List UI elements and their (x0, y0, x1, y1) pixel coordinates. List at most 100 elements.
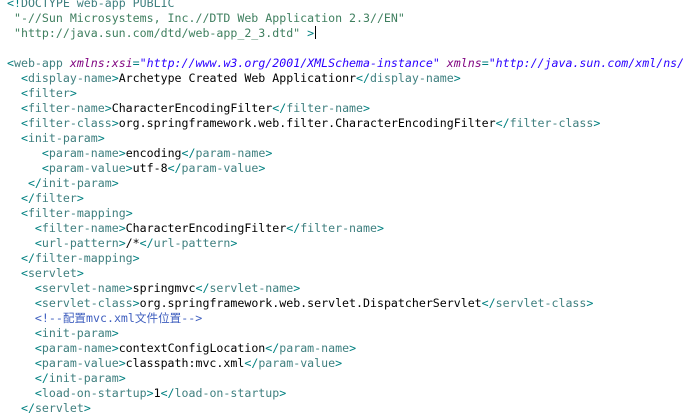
code-token-text: 1 (153, 386, 161, 400)
code-token-punct: > (125, 161, 133, 175)
code-line[interactable]: <servlet-name>springmvc</servlet-name> (7, 281, 300, 296)
code-line[interactable]: <web-app xmlns:xsi="http://www.w3.org/20… (7, 56, 683, 71)
code-token-punct: > (146, 386, 154, 400)
code-token-text: CharacterEncodingFilter (111, 101, 273, 115)
text-cursor (315, 26, 317, 39)
code-token-tag: display-name (370, 71, 454, 85)
code-token-punct: > (118, 371, 126, 385)
code-token-punct: > (69, 86, 77, 100)
code-token-punct: > (349, 341, 357, 355)
code-token-text: classpath:mvc.xml (125, 356, 245, 370)
code-token-tag: param-name (279, 341, 350, 355)
code-line[interactable]: <filter-mapping> (7, 206, 133, 221)
code-token-tag: param-name (41, 341, 112, 355)
code-line[interactable]: </init-param> (7, 176, 119, 191)
code-token-tag: init-param (48, 371, 119, 385)
code-token-tag: filter-mapping (27, 206, 126, 220)
code-token-punct: > (230, 236, 238, 250)
code-line[interactable]: <init-param> (7, 131, 105, 146)
code-line[interactable]: </servlet> (7, 401, 91, 414)
code-token-text: encoding (125, 146, 182, 160)
code-line[interactable]: <param-value>utf-8</param-value> (7, 161, 265, 176)
code-line[interactable]: <param-name>contextConfigLocation</param… (7, 341, 356, 356)
code-line[interactable]: < display-name> Archetype Created Web Appl… (7, 71, 461, 86)
code-token-punct: > (363, 101, 370, 115)
code-line[interactable]: </filter-mapping> (7, 251, 140, 266)
code-line[interactable]: <filter-class>org.springframework.web.fi… (7, 116, 600, 131)
code-line[interactable]: </filter> (7, 191, 84, 206)
code-line[interactable]: "-//Sun Microsystems, Inc.//DTD Web Appl… (7, 11, 405, 26)
code-line[interactable]: "http://java.sun.com/dtd/web-app_2_3.dtd… (7, 26, 317, 41)
code-token-tag: param-name (195, 146, 266, 160)
code-token-punct: </ (286, 221, 301, 235)
code-token-punct: > (453, 71, 461, 85)
code-line[interactable]: <init-param> (7, 326, 119, 341)
code-line[interactable]: <filter> (7, 86, 77, 101)
code-token-punct: < (20, 131, 28, 145)
code-line[interactable]: <filter-name>CharacterEncodingFilter</fi… (7, 101, 370, 116)
code-token-punct: </ (244, 356, 259, 370)
code-token-tag: servlet-name (41, 281, 126, 295)
code-token-punct: > (293, 281, 301, 295)
code-line[interactable]: <load-on-startup>1</load-on-startup> (7, 386, 286, 401)
code-token-tag: filter-name (41, 221, 119, 235)
code-token-punct: </ (195, 281, 210, 295)
code-token-punct: < (34, 326, 42, 340)
code-line[interactable]: <url-pattern>/*</url-pattern> (7, 236, 237, 251)
code-token-text: org.springframework.web.filter.Character… (118, 116, 496, 130)
code-token-punct: > (593, 116, 601, 130)
code-token-text: utf-8 (132, 161, 168, 175)
code-token-punct: = (481, 56, 489, 70)
code-token-punct: </ (27, 176, 42, 190)
code-token-punct: > (258, 161, 266, 175)
code-token-tag: init-param (41, 176, 112, 190)
code-token-punct: < (20, 86, 28, 100)
code-token-attr: xmlns (446, 56, 482, 70)
code-token-punct: </ (181, 146, 196, 160)
code-line[interactable]: <filter-name>CharacterEncodingFilter</fi… (7, 221, 384, 236)
code-token-punct: < (34, 386, 42, 400)
code-token-tag: load-on-startup (174, 386, 280, 400)
code-line[interactable]: <servlet> (7, 266, 84, 281)
code-token-punct: > (125, 281, 133, 295)
code-token-pubid: "http://java.sun.com/dtd/web-app_2_3.dtd… (13, 26, 301, 40)
code-token-tag: param-name (48, 146, 119, 160)
code-token-tag: filter-name (286, 101, 364, 115)
code-token-tag: filter-mapping (34, 251, 133, 265)
code-token-punct: < (34, 281, 42, 295)
code-token-punct: > (111, 116, 119, 130)
code-token-punct: </ (356, 71, 370, 85)
code-line[interactable]: <param-name>encoding</param-name> (7, 146, 272, 161)
code-token-tag: filter-name (27, 101, 105, 115)
code-line[interactable]: <!--配置mvc.xml文件位置--> (7, 311, 202, 326)
code-token-punct: < (20, 71, 28, 85)
code-line[interactable]: <servlet-class>org.springframework.web.s… (7, 296, 593, 311)
code-token-tag: init-param (27, 131, 98, 145)
code-line[interactable]: </init-param> (7, 371, 126, 386)
xml-code-editor[interactable]: <!DOCTYPE web-app PUBLIC "-//Sun Microsy… (0, 0, 683, 414)
code-token-punct: > (279, 386, 287, 400)
code-token-punct: > (118, 356, 126, 370)
code-token-text: /* (125, 236, 140, 250)
code-token-punct: > (376, 221, 384, 235)
code-token-text: Archetype Created Web Applicationr (118, 71, 357, 85)
code-line[interactable]: <!DOCTYPE web-app PUBLIC (7, 0, 175, 11)
code-token-punct: </ (20, 191, 35, 205)
code-token-punct: </ (495, 116, 510, 130)
code-token-tag: load-on-startup (41, 386, 147, 400)
code-token-tag: filter-class (509, 116, 594, 130)
code-line[interactable]: <param-value>classpath:mvc.xml</param-va… (7, 356, 342, 371)
